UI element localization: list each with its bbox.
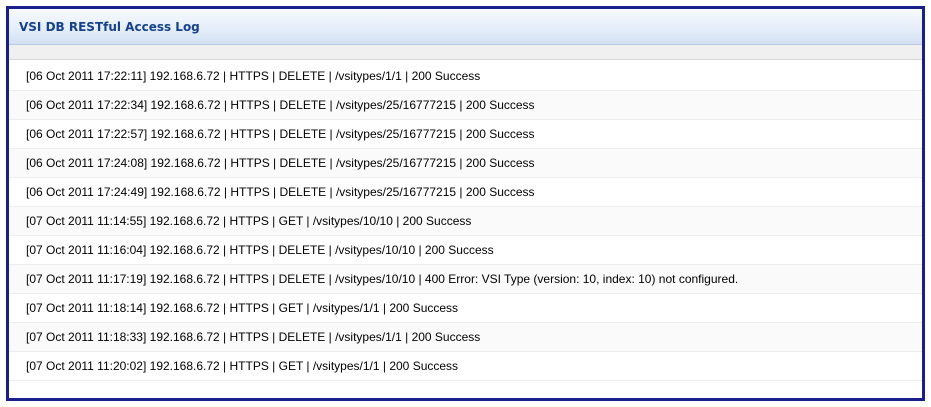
access-log-window: VSI DB RESTful Access Log [06 Oct 2011 1… <box>6 6 925 401</box>
log-row: [07 Oct 2011 11:16:04] 192.168.6.72 | HT… <box>9 236 922 265</box>
log-row: [07 Oct 2011 11:18:33] 192.168.6.72 | HT… <box>9 323 922 352</box>
log-row: [07 Oct 2011 11:14:55] 192.168.6.72 | HT… <box>9 207 922 236</box>
log-row: [06 Oct 2011 17:22:11] 192.168.6.72 | HT… <box>9 62 922 91</box>
panel-header: VSI DB RESTful Access Log <box>9 9 922 45</box>
panel-title: VSI DB RESTful Access Log <box>19 19 200 34</box>
log-row: [06 Oct 2011 17:24:08] 192.168.6.72 | HT… <box>9 149 922 178</box>
log-list: [06 Oct 2011 17:22:11] 192.168.6.72 | HT… <box>9 62 922 381</box>
log-row: [06 Oct 2011 17:24:49] 192.168.6.72 | HT… <box>9 178 922 207</box>
log-row: [07 Oct 2011 11:20:02] 192.168.6.72 | HT… <box>9 352 922 381</box>
log-row: [06 Oct 2011 17:22:34] 192.168.6.72 | HT… <box>9 91 922 120</box>
log-row: [07 Oct 2011 11:18:14] 192.168.6.72 | HT… <box>9 294 922 323</box>
log-row: [07 Oct 2011 11:17:19] 192.168.6.72 | HT… <box>9 265 922 294</box>
log-row: [06 Oct 2011 17:22:57] 192.168.6.72 | HT… <box>9 120 922 149</box>
panel-toolbar <box>9 45 922 60</box>
